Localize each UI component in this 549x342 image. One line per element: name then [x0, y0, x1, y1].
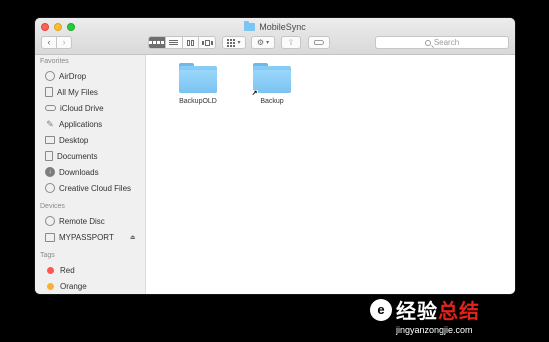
cover-flow-button[interactable]: [198, 37, 215, 48]
gear-icon: ⚙: [256, 37, 265, 47]
folder-item[interactable]: ↗ Backup: [242, 55, 302, 105]
all-files-icon: [45, 87, 53, 97]
cover-flow-icon: [199, 37, 215, 48]
folder-icon: ↗: [251, 63, 291, 97]
watermark-logo: e: [370, 298, 392, 321]
applications-icon: ✎: [46, 118, 54, 129]
share-icon: ⇪: [287, 37, 295, 47]
sidebar-item-label: Documents: [57, 151, 98, 161]
sidebar-item-label: MYPASSPORT: [59, 232, 114, 242]
sidebar: Favorites AirDrop All My Files iCloud Dr…: [35, 55, 146, 294]
watermark-text: 经验总结: [396, 301, 480, 323]
chevron-down-icon: ▾: [237, 39, 241, 46]
documents-icon: [45, 151, 53, 161]
sidebar-item-tag-red[interactable]: Red: [35, 262, 145, 278]
sidebar-item-tag-orange[interactable]: Orange: [35, 278, 145, 294]
sidebar-item-downloads[interactable]: ↓ Downloads: [35, 164, 145, 180]
sidebar-item-label: Applications: [59, 119, 103, 129]
sidebar-item-label: Desktop: [59, 135, 89, 145]
sidebar-item-label: iCloud Drive: [60, 103, 104, 113]
sidebar-section-tags: Tags: [40, 252, 55, 259]
sidebar-item-label: AirDrop: [59, 71, 87, 81]
sidebar-item-label: All My Files: [57, 87, 98, 97]
file-browser-content: BackupOLD ↗ Backup: [146, 55, 515, 294]
sidebar-item-applications[interactable]: ✎ Applications: [35, 116, 145, 132]
column-view-icon: [183, 37, 199, 48]
sidebar-item-label: Creative Cloud Files: [59, 183, 132, 193]
sidebar-item-label: Remote Disc: [59, 216, 105, 226]
cloud-icon: [45, 105, 56, 111]
sidebar-section-favorites: Favorites: [40, 58, 69, 65]
sidebar-section-devices: Devices: [40, 203, 65, 210]
window-title: MobileSync: [259, 22, 306, 32]
navigation-buttons: ‹ ›: [41, 36, 72, 49]
finder-window: MobileSync ‹ › ▾ ⚙ ▾ ⇪ Search Favorites …: [35, 18, 515, 294]
search-field[interactable]: Search: [375, 36, 509, 49]
list-view-button[interactable]: [164, 37, 182, 48]
column-view-button[interactable]: [181, 37, 199, 48]
sidebar-item-desktop[interactable]: Desktop: [35, 132, 145, 148]
sidebar-item-icloud-drive[interactable]: iCloud Drive: [35, 100, 145, 116]
window-title-area: MobileSync: [35, 20, 515, 34]
forward-button[interactable]: ›: [56, 37, 71, 48]
title-bar: MobileSync ‹ › ▾ ⚙ ▾ ⇪ Search: [35, 18, 515, 55]
back-button[interactable]: ‹: [42, 37, 56, 48]
sidebar-item-remote-disc[interactable]: Remote Disc: [35, 213, 145, 229]
list-view-icon: [166, 37, 182, 48]
folder-icon: [179, 63, 217, 93]
sidebar-item-documents[interactable]: Documents: [35, 148, 145, 164]
tag-color-dot: [47, 266, 54, 274]
arrange-button[interactable]: ▾: [222, 36, 246, 49]
drive-icon: [45, 232, 55, 242]
sidebar-item-creative-cloud-files[interactable]: Creative Cloud Files: [35, 180, 145, 196]
folder-item[interactable]: BackupOLD: [168, 55, 228, 105]
action-button[interactable]: ⚙ ▾: [251, 36, 275, 49]
arrange-grid-icon: [227, 38, 236, 47]
sidebar-item-label: Downloads: [59, 167, 99, 177]
sidebar-item-label: Orange: [60, 281, 87, 291]
search-icon: [424, 39, 431, 46]
watermark: e 经验总结 jingyanzongjie.com: [370, 288, 546, 342]
icon-view-icon: [149, 37, 165, 48]
sidebar-item-label: Red: [60, 265, 75, 275]
eject-icon[interactable]: ⏏: [130, 234, 136, 241]
search-placeholder: Search: [433, 38, 460, 47]
chevron-down-icon: ▾: [266, 39, 270, 46]
file-name: BackupOLD: [179, 98, 217, 105]
sidebar-item-airdrop[interactable]: AirDrop: [35, 68, 145, 84]
disc-icon: [45, 216, 55, 226]
desktop-icon: [45, 136, 55, 144]
creative-cloud-icon: [45, 183, 55, 193]
watermark-url: jingyanzongjie.com: [396, 325, 473, 335]
view-mode-selector: [148, 36, 216, 49]
alias-arrow-icon: ↗: [251, 90, 258, 97]
sidebar-item-all-my-files[interactable]: All My Files: [35, 84, 145, 100]
icon-view-button[interactable]: [149, 37, 165, 48]
share-button[interactable]: ⇪: [281, 36, 301, 49]
file-name: Backup: [260, 98, 284, 105]
tag-color-dot: [47, 282, 54, 290]
airdrop-icon: [45, 71, 55, 81]
edit-tags-button[interactable]: [308, 36, 330, 49]
folder-icon: [244, 21, 256, 31]
downloads-icon: ↓: [45, 167, 55, 177]
tag-icon: [314, 40, 324, 45]
sidebar-item-mypassport[interactable]: MYPASSPORT ⏏: [35, 229, 145, 245]
